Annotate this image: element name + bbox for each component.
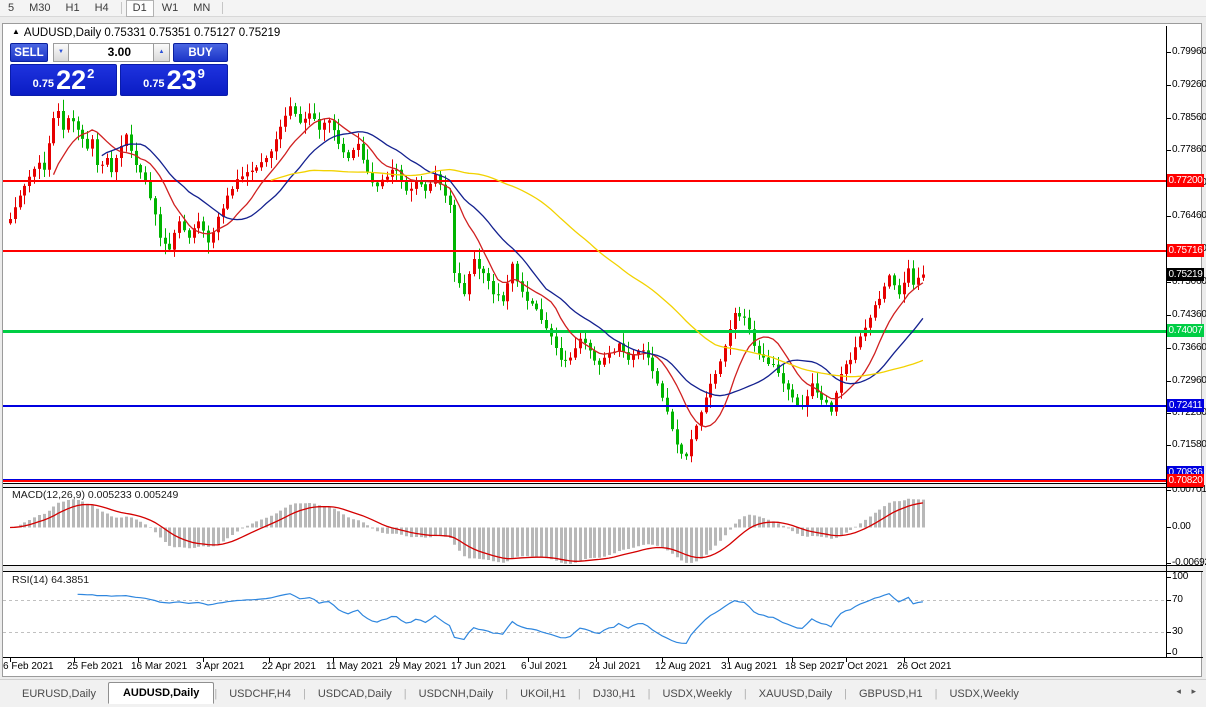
buy-price-prefix: 0.75 [143, 78, 165, 90]
price-badge-0.74007: 0.74007 [1167, 324, 1204, 337]
date-axis-label: 6 Feb 2021 [3, 661, 54, 672]
chart-tab-bar: EURUSD,Daily AUDUSD,Daily | USDCHF,H4 | USDCA… [0, 679, 1206, 707]
chart-expand-icon[interactable]: ▲ [12, 27, 20, 36]
price-badge-0.77200: 0.77200 [1167, 174, 1204, 187]
sell-price-sup: 2 [87, 66, 95, 81]
chart-canvas[interactable] [0, 0, 1206, 707]
sell-button[interactable]: SELL [10, 43, 48, 62]
chart-title: ▲ AUDUSD,Daily 0.75331 0.75351 0.75127 0.… [12, 27, 280, 39]
price-axis-tick-label: 0.78560 [1172, 112, 1206, 123]
chevron-down-icon: ▼ [58, 49, 64, 55]
price-axis-tick-label: 0.74360 [1172, 309, 1206, 320]
chart-tab-usdx-weekly[interactable]: USDX,Weekly [937, 684, 1030, 703]
price-badge-0.75716: 0.75716 [1167, 244, 1204, 257]
date-axis-label: 12 Aug 2021 [655, 661, 712, 672]
date-axis-label: 25 Feb 2021 [67, 661, 124, 672]
volume-input[interactable]: 3.00 [68, 43, 154, 62]
macd-axis-tick-label: -0.00692 [1172, 557, 1206, 568]
sell-price-prefix: 0.75 [32, 78, 55, 90]
chart-tab-usdcad-daily[interactable]: USDCAD,Daily [306, 684, 404, 703]
chart-tab-audusd-daily[interactable]: AUDUSD,Daily [107, 682, 215, 704]
tab-scroll-right-button[interactable]: ▸ [1191, 686, 1196, 696]
one-click-trading-widget: SELL ▼ 3.00 ▲ BUY 0.75 22 2 0.75 23 9 [10, 43, 228, 97]
rsi-axis-tick-label: 100 [1172, 571, 1189, 582]
date-axis-label: 22 Apr 2021 [262, 661, 316, 672]
chart-tab-usdcnh-daily[interactable]: USDCNH,Daily [407, 684, 506, 703]
price-axis-tick-label: 0.79260 [1172, 79, 1206, 90]
date-axis-label: 29 May 2021 [389, 661, 447, 672]
sell-price-display[interactable]: 0.75 22 2 [10, 64, 117, 96]
chart-tab-xauusd-daily[interactable]: XAUUSD,Daily [747, 684, 844, 703]
price-axis-tick-label: 0.72960 [1172, 375, 1206, 386]
price-axis-tick-label: 0.71580 [1172, 439, 1206, 450]
chart-tab-gbpusd-h1[interactable]: GBPUSD,H1 [847, 684, 935, 703]
buy-price-sup: 9 [197, 66, 205, 81]
chart-tab-dj30-h1[interactable]: DJ30,H1 [581, 684, 648, 703]
trading-terminal-window: 5 M30 H1 H4 D1 W1 MN ▲ AUDUSD,Daily 0.75331 0.7… [0, 0, 1206, 707]
date-axis-label: 6 Jul 2021 [521, 661, 568, 672]
date-axis-label: 7 Oct 2021 [839, 661, 888, 672]
date-axis-label: 17 Jun 2021 [451, 661, 507, 672]
date-axis-label: 16 Mar 2021 [131, 661, 188, 672]
price-axis-tick-label: 0.73660 [1172, 342, 1206, 353]
rsi-axis-tick-label: 0 [1172, 647, 1178, 658]
buy-price-display[interactable]: 0.75 23 9 [120, 64, 228, 96]
tab-scroll-arrows: ◂ ▸ [1168, 686, 1196, 697]
chart-tab-ukoil-h1[interactable]: UKOil,H1 [508, 684, 578, 703]
date-axis-label: 24 Jul 2021 [589, 661, 641, 672]
chart-title-text: AUDUSD,Daily 0.75331 0.75351 0.75127 0.7… [23, 27, 281, 39]
tab-scroll-left-button[interactable]: ◂ [1176, 686, 1181, 696]
price-axis-tick-label: 0.76460 [1172, 210, 1206, 221]
chart-tab-usdx-weekly[interactable]: USDX,Weekly [650, 684, 743, 703]
date-axis-label: 11 May 2021 [326, 661, 384, 672]
chart-tab-eurusd-daily[interactable]: EURUSD,Daily [10, 684, 108, 703]
rsi-axis-tick-label: 70 [1172, 594, 1183, 605]
buy-price-big: 23 [166, 65, 197, 95]
rsi-axis-tick-label: 30 [1172, 626, 1183, 637]
sell-price-big: 22 [56, 65, 87, 95]
price-badge-0.72411: 0.72411 [1167, 399, 1204, 412]
price-axis-tick-label: 0.77860 [1172, 144, 1206, 155]
macd-indicator-label: MACD(12,26,9) 0.005233 0.005249 [12, 489, 179, 501]
date-axis-label: 31 Aug 2021 [721, 661, 778, 672]
price-badge-0.75219: 0.75219 [1167, 268, 1204, 281]
date-axis-label: 18 Sep 2021 [785, 661, 842, 672]
rsi-indicator-label: RSI(14) 64.3851 [12, 574, 90, 586]
macd-axis-tick-label: 0.00 [1172, 521, 1191, 532]
chart-tab-usdchf-h4[interactable]: USDCHF,H4 [217, 684, 303, 703]
volume-increase-button[interactable]: ▲ [153, 43, 170, 62]
price-badge-0.70820: 0.70820 [1167, 474, 1204, 487]
date-axis-label: 26 Oct 2021 [897, 661, 952, 672]
date-axis-label: 3 Apr 2021 [196, 661, 245, 672]
volume-decrease-button[interactable]: ▼ [53, 43, 69, 62]
chevron-up-icon: ▲ [158, 49, 165, 55]
price-axis-tick-label: 0.79960 [1172, 46, 1206, 57]
buy-button[interactable]: BUY [173, 43, 228, 62]
